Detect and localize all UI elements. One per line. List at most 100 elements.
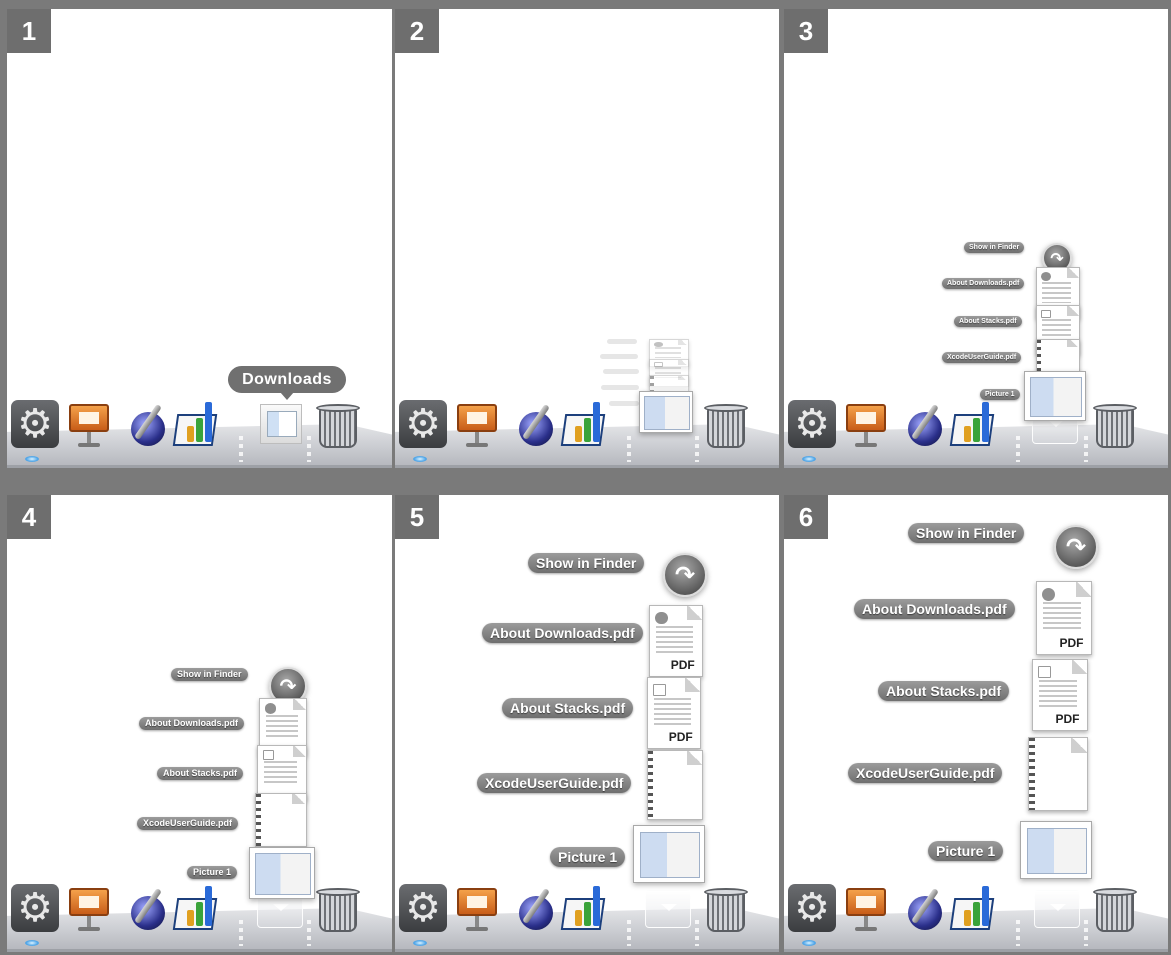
stack-item-label[interactable]: About Downloads.pdf (139, 717, 244, 730)
running-indicator (25, 940, 39, 946)
frame-number: 2 (395, 9, 439, 53)
frame-number: 4 (7, 495, 51, 539)
system-preferences-icon[interactable] (788, 400, 836, 448)
stack-item-label[interactable]: XcodeUserGuide.pdf (848, 763, 1003, 783)
xcode-user-guide-pdf-icon[interactable] (647, 750, 703, 820)
stack-item-label[interactable]: About Stacks.pdf (878, 681, 1010, 701)
stack-item-label[interactable]: About Stacks.pdf (157, 767, 244, 780)
dock (395, 400, 779, 468)
running-indicator (413, 940, 427, 946)
running-indicator (25, 456, 39, 462)
dock (7, 400, 392, 468)
system-preferences-icon[interactable] (399, 884, 447, 932)
dock (784, 884, 1168, 952)
trash-icon[interactable] (701, 884, 751, 932)
frame-4: 4 Show in Finder About Downloads.pdf Abo… (7, 495, 392, 952)
numbers-icon[interactable] (560, 400, 609, 448)
picture-1-icon[interactable] (1020, 821, 1092, 879)
picture-1-icon[interactable] (1024, 371, 1086, 421)
stack-picture (639, 391, 693, 433)
stack-label-ghost (603, 369, 639, 374)
frame-number: 6 (784, 495, 828, 539)
script-editor-icon[interactable] (123, 400, 171, 448)
about-downloads-pdf-icon[interactable]: PDF (649, 605, 703, 677)
stack-item-label[interactable]: About Stacks.pdf (502, 698, 634, 718)
downloads-stack-icon[interactable] (257, 400, 305, 448)
running-indicator (413, 456, 427, 462)
stack-label-ghost (601, 385, 639, 390)
stack-item-label[interactable]: About Downloads.pdf (942, 278, 1025, 289)
keynote-icon[interactable] (842, 884, 890, 932)
frame-6: 6 Show in Finder About Downloads.pdf PDF… (784, 495, 1168, 952)
frame-1: 1 Downloads (7, 9, 392, 468)
dock (784, 400, 1168, 468)
stack-item-label[interactable]: Picture 1 (980, 389, 1020, 400)
about-downloads-pdf-icon[interactable]: PDF (1036, 581, 1092, 655)
stack-label-ghost (600, 354, 638, 359)
stack-item-label[interactable]: XcodeUserGuide.pdf (137, 817, 239, 830)
keynote-icon[interactable] (65, 400, 113, 448)
stack-item-label[interactable]: Picture 1 (187, 866, 238, 879)
running-indicator (802, 940, 816, 946)
trash-icon[interactable] (701, 400, 751, 448)
stack-item-label[interactable]: About Downloads.pdf (482, 623, 643, 643)
show-in-finder-label[interactable]: Show in Finder (908, 523, 1025, 543)
keynote-icon[interactable] (65, 884, 113, 932)
numbers-icon[interactable] (172, 400, 221, 448)
downloads-tooltip: Downloads (228, 366, 346, 400)
stack-item-label[interactable]: About Stacks.pdf (954, 316, 1022, 327)
show-in-finder-button[interactable] (663, 553, 707, 597)
frame-3: 3 Show in Finder About Downloads.pdf Abo… (784, 9, 1168, 468)
system-preferences-icon[interactable] (788, 884, 836, 932)
system-preferences-icon[interactable] (399, 400, 447, 448)
stack-collapse-button[interactable] (1034, 890, 1080, 928)
pdf-badge: PDF (1055, 711, 1080, 726)
script-editor-icon[interactable] (123, 884, 171, 932)
show-in-finder-label[interactable]: Show in Finder (964, 242, 1025, 253)
stack-item-label[interactable]: About Downloads.pdf (854, 599, 1015, 619)
picture-1-icon[interactable] (249, 847, 315, 899)
picture-1-icon[interactable] (633, 825, 705, 883)
about-stacks-pdf-icon[interactable]: PDF (1032, 659, 1088, 731)
xcode-user-guide-pdf-icon[interactable] (255, 793, 307, 847)
show-in-finder-button[interactable] (1054, 525, 1098, 569)
frame-number: 3 (784, 9, 828, 53)
frame-5: 5 Show in Finder About Downloads.pdf PDF… (395, 495, 779, 952)
stack-label-ghost (609, 401, 639, 406)
stack-item-label[interactable]: Picture 1 (550, 847, 626, 867)
show-in-finder-label[interactable]: Show in Finder (171, 668, 248, 681)
script-editor-icon[interactable] (511, 400, 559, 448)
numbers-icon[interactable] (949, 884, 998, 932)
trash-icon[interactable] (1090, 400, 1140, 448)
stack-item-label[interactable]: XcodeUserGuide.pdf (942, 352, 1022, 363)
frame-number: 1 (7, 9, 51, 53)
show-in-finder-label[interactable]: Show in Finder (528, 553, 645, 573)
xcode-user-guide-pdf-icon[interactable] (1028, 737, 1088, 811)
script-editor-icon[interactable] (511, 884, 559, 932)
keynote-icon[interactable] (453, 400, 501, 448)
system-preferences-icon[interactable] (11, 884, 59, 932)
pdf-badge: PDF (668, 729, 693, 744)
stack-collapse-button[interactable] (645, 890, 691, 928)
system-preferences-icon[interactable] (11, 400, 59, 448)
keynote-icon[interactable] (453, 884, 501, 932)
stack-label-ghost (607, 339, 637, 344)
stack-item-label[interactable]: XcodeUserGuide.pdf (477, 773, 632, 793)
pdf-badge: PDF (1059, 635, 1084, 650)
trash-icon[interactable] (313, 400, 363, 448)
pdf-badge: PDF (670, 657, 695, 672)
numbers-icon[interactable] (172, 884, 221, 932)
stack-item-label[interactable]: Picture 1 (928, 841, 1004, 861)
script-editor-icon[interactable] (900, 884, 948, 932)
frame-2: 2 (395, 9, 779, 468)
numbers-icon[interactable] (560, 884, 609, 932)
keynote-icon[interactable] (842, 400, 890, 448)
dock (7, 884, 392, 952)
script-editor-icon[interactable] (900, 400, 948, 448)
about-stacks-pdf-icon[interactable]: PDF (647, 677, 701, 749)
trash-icon[interactable] (313, 884, 363, 932)
dock (395, 884, 779, 952)
frame-number: 5 (395, 495, 439, 539)
numbers-icon[interactable] (949, 400, 998, 448)
trash-icon[interactable] (1090, 884, 1140, 932)
